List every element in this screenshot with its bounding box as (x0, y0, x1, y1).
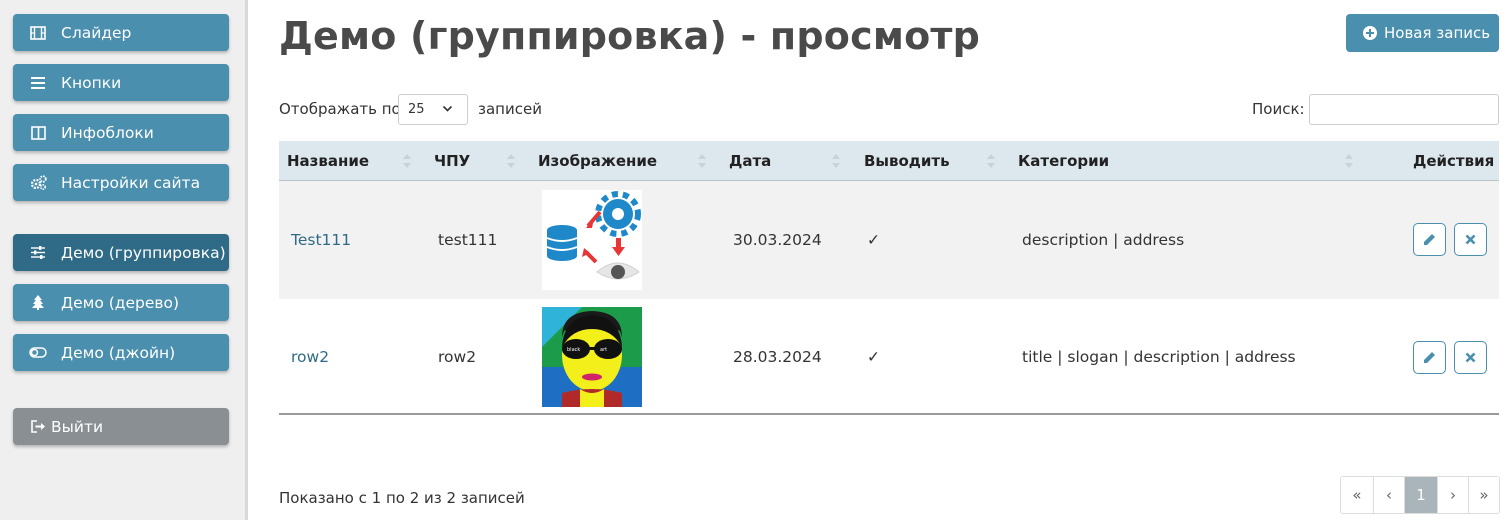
column-header-actions: Действия (1413, 152, 1495, 170)
page-1-button[interactable]: 1 (1404, 477, 1437, 513)
tree-icon (29, 294, 47, 312)
sort-icon (403, 154, 411, 168)
sidebar-item-label: Демо (группировка) (61, 243, 226, 262)
edit-button[interactable] (1413, 223, 1446, 256)
sign-out-icon (29, 418, 47, 436)
close-icon (1465, 234, 1476, 245)
sidebar-item-label: Настройки сайта (61, 173, 201, 192)
gears-icon (29, 174, 47, 192)
sidebar-item-label: Демо (джойн) (61, 343, 176, 362)
record-date: 28.03.2024 (733, 348, 822, 366)
database-settings-image (542, 190, 642, 290)
svg-text:art: art (600, 347, 607, 353)
column-header-date[interactable]: Дата (729, 141, 771, 181)
sidebar-item-buttons[interactable]: Кнопки (13, 64, 229, 101)
table-header: Название ЧПУ Изображение Дата Выводить К… (279, 141, 1499, 181)
sort-icon (832, 154, 840, 168)
first-page-button[interactable]: « (1341, 477, 1373, 513)
sidebar-item-label: Инфоблоки (61, 123, 154, 142)
bars-icon (29, 74, 47, 92)
sidebar-item-demo-grouping[interactable]: Демо (группировка) (13, 234, 229, 271)
sort-icon (1345, 154, 1353, 168)
pencil-icon (1424, 352, 1435, 363)
sort-icon (987, 154, 995, 168)
chevron-down-icon (442, 103, 453, 118)
prev-page-button[interactable]: ‹ (1373, 477, 1404, 513)
record-slug: row2 (438, 348, 477, 366)
table-row: row2 row2 black art 28.03.2024 ✓ title |… (279, 299, 1499, 415)
record-name-link[interactable]: Test111 (291, 231, 351, 249)
column-header-slug[interactable]: ЧПУ (434, 141, 470, 181)
search-input[interactable] (1309, 94, 1499, 125)
sidebar-item-demo-tree[interactable]: Демо (дерево) (13, 284, 229, 321)
svg-text:black: black (567, 347, 580, 353)
sort-icon (507, 154, 515, 168)
plus-circle-icon (1363, 26, 1377, 40)
record-thumbnail: black art (542, 307, 642, 407)
film-icon (29, 24, 47, 42)
sidebar-item-label: Демо (дерево) (61, 293, 180, 312)
record-categories: title | slogan | description | address (1022, 348, 1296, 366)
record-slug: test111 (438, 231, 498, 249)
column-header-image[interactable]: Изображение (538, 141, 657, 181)
edit-button[interactable] (1413, 341, 1446, 374)
pagination: « ‹ 1 › » (1340, 476, 1500, 514)
pencil-icon (1424, 234, 1435, 245)
new-record-label: Новая запись (1384, 24, 1491, 42)
record-name-link[interactable]: row2 (291, 348, 329, 366)
search-label: Поиск: (1252, 100, 1305, 118)
length-prefix: Отображать по (279, 100, 401, 118)
sidebar-item-label: Кнопки (61, 73, 122, 92)
page-length-value: 25 (408, 102, 425, 117)
sidebar-item-site-settings[interactable]: Настройки сайта (13, 164, 229, 201)
sort-icon (698, 154, 706, 168)
sidebar-item-label: Слайдер (61, 23, 132, 42)
toggle-icon (29, 344, 47, 362)
sliders-icon (29, 244, 47, 262)
table-row: Test111 test111 30.03.2024 ✓ description… (279, 181, 1499, 299)
sidebar-item-demo-join[interactable]: Демо (джойн) (13, 334, 229, 371)
record-date: 30.03.2024 (733, 231, 822, 249)
close-icon (1465, 352, 1476, 363)
delete-button[interactable] (1454, 341, 1487, 374)
record-categories: description | address (1022, 231, 1185, 249)
sidebar-item-slider[interactable]: Слайдер (13, 14, 229, 51)
visible-check-icon: ✓ (867, 231, 880, 249)
sidebar-item-infoblocks[interactable]: Инфоблоки (13, 114, 229, 151)
page-length-select[interactable]: 25 (398, 94, 468, 125)
column-header-name[interactable]: Название (287, 141, 369, 181)
delete-button[interactable] (1454, 223, 1487, 256)
columns-icon (29, 124, 47, 142)
column-header-visible[interactable]: Выводить (864, 141, 950, 181)
column-header-categories[interactable]: Категории (1018, 141, 1109, 181)
last-page-button[interactable]: » (1468, 477, 1499, 513)
logout-button[interactable]: Выйти (13, 408, 229, 445)
sidebar: Слайдер Кнопки Инфоблоки Настройки сайта… (0, 0, 248, 520)
record-thumbnail (542, 190, 642, 290)
new-record-button[interactable]: Новая запись (1346, 14, 1499, 52)
length-suffix: записей (478, 100, 542, 118)
visible-check-icon: ✓ (867, 348, 880, 366)
pop-art-portrait-image: black art (542, 307, 642, 407)
next-page-button[interactable]: › (1437, 477, 1468, 513)
logout-label: Выйти (51, 417, 104, 436)
table-info: Показано с 1 по 2 из 2 записей (279, 489, 525, 507)
page-title: Демо (группировка) - просмотр (279, 14, 981, 58)
